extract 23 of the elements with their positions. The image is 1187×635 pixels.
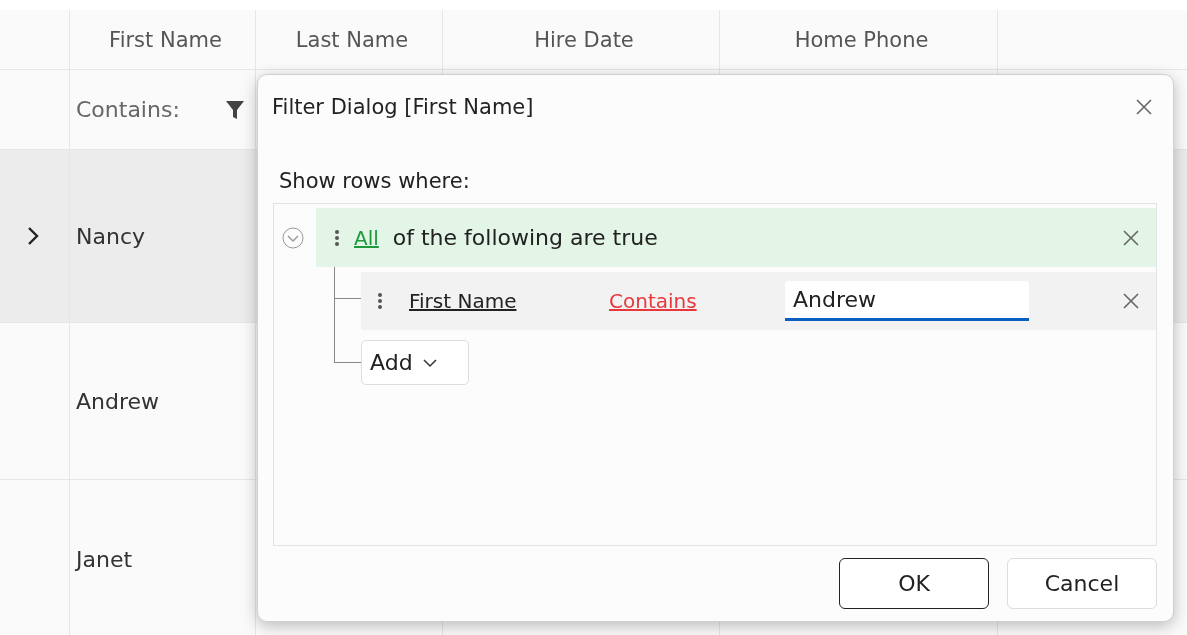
value-field[interactable]: Andrew — [785, 281, 1029, 321]
drag-handle-icon[interactable] — [377, 292, 383, 310]
field-link[interactable]: First Name — [409, 289, 517, 313]
ok-button[interactable]: OK — [839, 558, 989, 609]
table-cell: Andrew — [70, 323, 256, 480]
filter-operator: Contains: — [76, 97, 181, 122]
table-cell: Nancy — [70, 150, 256, 323]
add-button[interactable]: Add — [361, 340, 469, 385]
column-header[interactable]: First Name — [70, 10, 256, 70]
operator-link[interactable]: Contains — [609, 289, 697, 313]
dialog-title: Filter Dialog [First Name] — [272, 95, 535, 119]
chevron-right-icon — [26, 226, 40, 246]
group-text: of the following are true — [392, 225, 659, 250]
collapse-icon[interactable] — [282, 226, 304, 249]
filter-icon[interactable] — [225, 98, 245, 121]
column-header[interactable]: Hire Date — [443, 10, 720, 70]
table-cell: Janet — [70, 480, 256, 635]
cancel-button[interactable]: Cancel — [1007, 558, 1157, 609]
column-header[interactable]: Last Name — [256, 10, 443, 70]
prompt-text: Show rows where: — [279, 169, 471, 193]
drag-handle-icon[interactable] — [334, 228, 340, 247]
column-header[interactable]: Home Phone — [720, 10, 998, 70]
chevron-down-icon — [422, 357, 437, 368]
